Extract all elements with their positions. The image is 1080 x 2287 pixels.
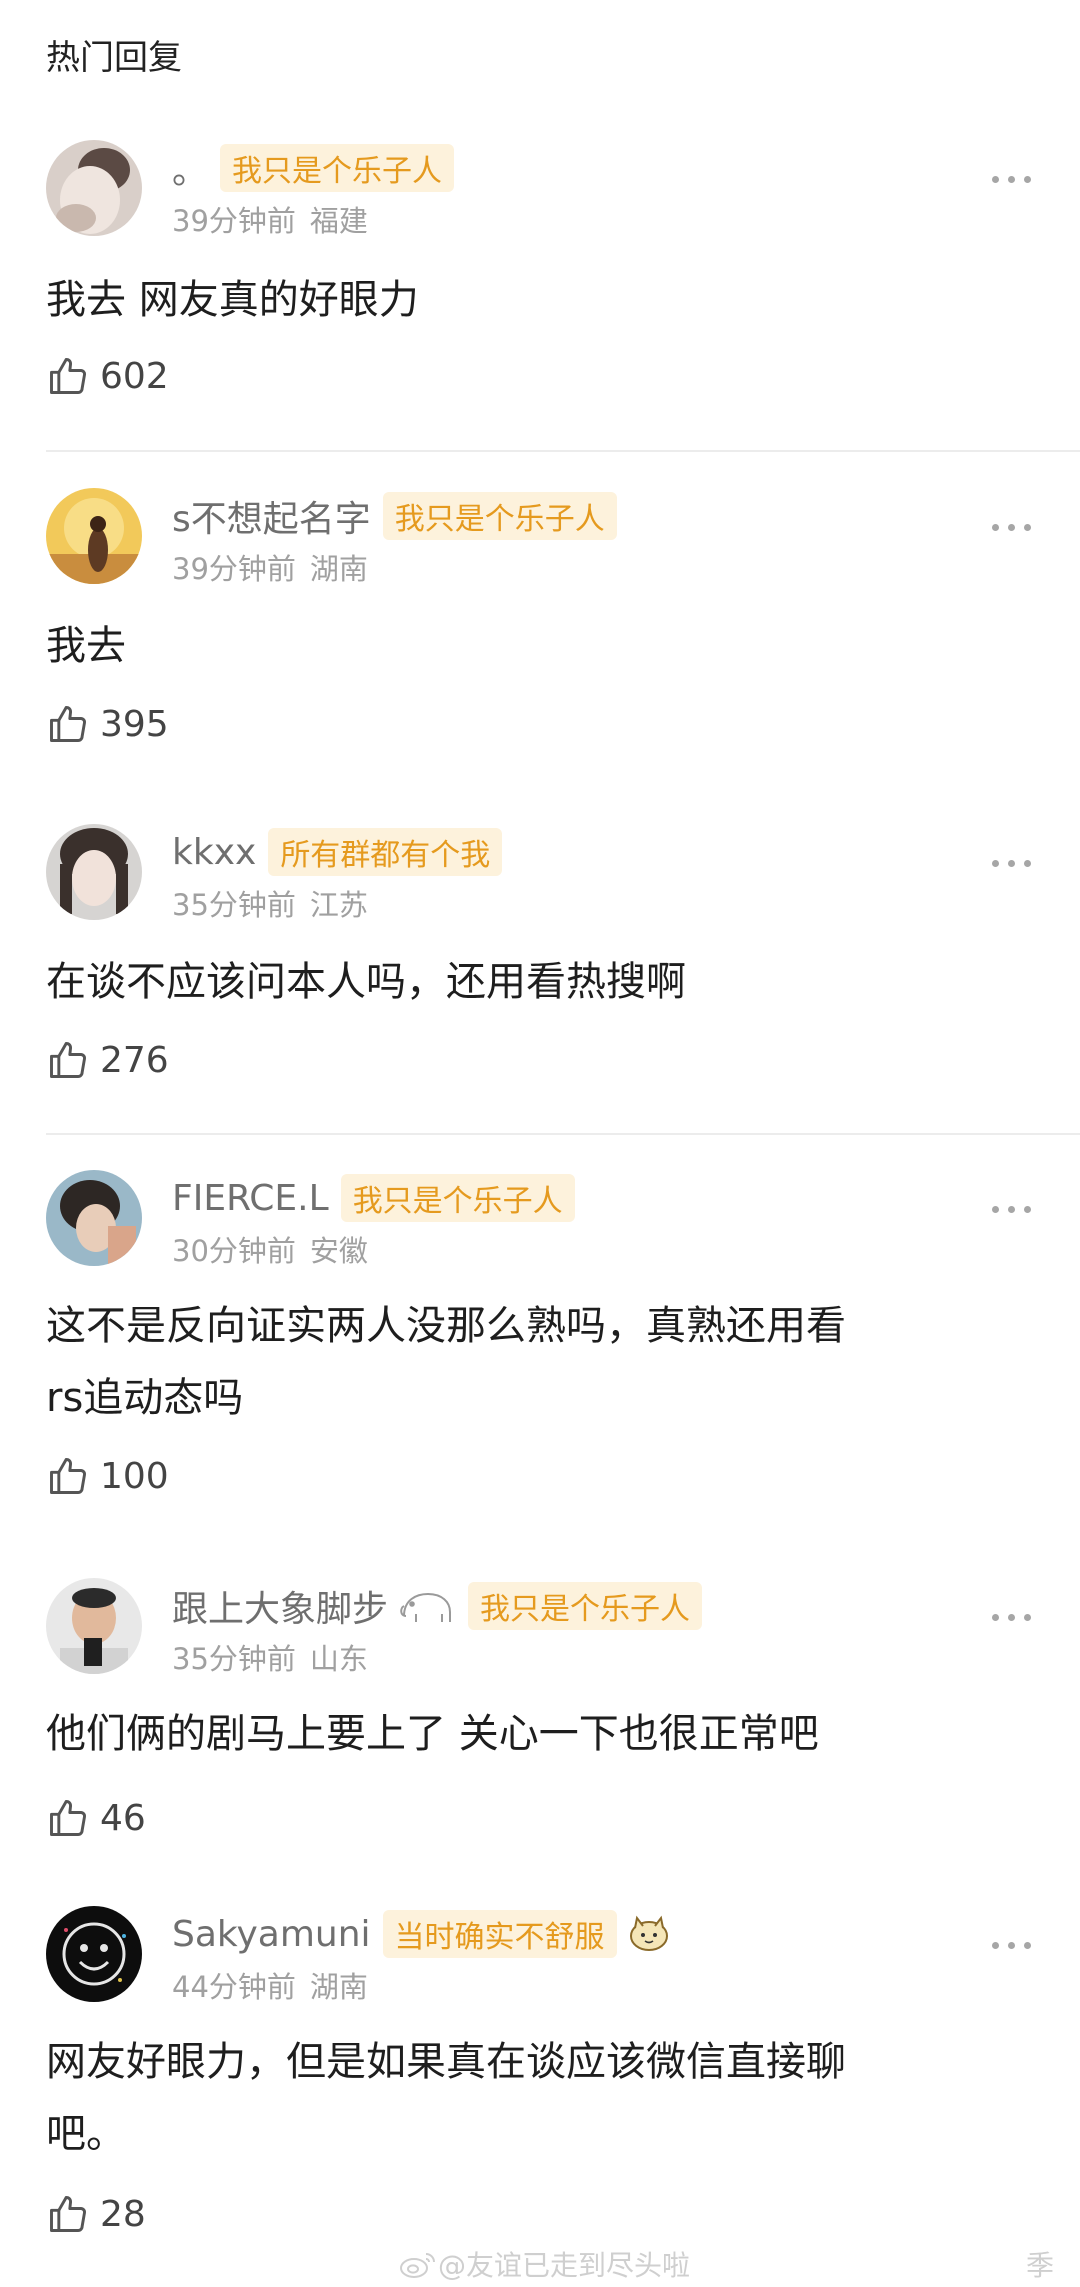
user-badge: 当时确实不舒服 bbox=[382, 1910, 617, 1958]
comment-location: 安徽 bbox=[309, 1234, 368, 1268]
like-button[interactable]: 395 bbox=[46, 702, 169, 746]
username[interactable]: 跟上大象脚步 bbox=[172, 1580, 388, 1632]
cat-sticker-icon bbox=[629, 1915, 668, 1951]
like-count: 100 bbox=[100, 1455, 169, 1497]
more-dots-icon[interactable] bbox=[992, 860, 1031, 867]
like-count: 602 bbox=[100, 355, 169, 397]
user-badge: 我只是个乐子人 bbox=[220, 144, 455, 192]
comment-text: 网友好眼力，但是如果真在谈应该微信直接聊 吧。 bbox=[46, 2026, 1036, 2170]
username[interactable]: s不想起名字 bbox=[172, 490, 371, 542]
comment-text: 我去 网友真的好眼力 bbox=[46, 264, 1036, 336]
comment-meta: 39分钟前 湖南 bbox=[172, 546, 368, 588]
username[interactable]: kkxx bbox=[172, 832, 256, 873]
more-dots-icon[interactable] bbox=[992, 524, 1031, 531]
watermark-text: @友谊已走到尽头啦 bbox=[438, 2249, 691, 2282]
more-dots-icon[interactable] bbox=[992, 1206, 1031, 1213]
comment-time: 35分钟前 bbox=[172, 888, 296, 922]
elephant-icon bbox=[400, 1592, 452, 1622]
username[interactable]: Sakyamuni bbox=[172, 1914, 371, 1955]
comment-text-line: 在谈不应该问本人吗，还用看热搜啊 bbox=[46, 959, 686, 1005]
comment-time: 39分钟前 bbox=[172, 552, 296, 586]
comment-meta: 35分钟前 江苏 bbox=[172, 882, 368, 924]
comment-text: 这不是反向证实两人没那么熟吗，真熟还用看 rs追动态吗 bbox=[46, 1290, 1036, 1434]
section-title: 热门回复 bbox=[46, 38, 182, 78]
like-count: 395 bbox=[100, 703, 169, 745]
thumbs-up-icon bbox=[50, 358, 86, 394]
like-count: 46 bbox=[100, 1797, 146, 1839]
avatar[interactable] bbox=[46, 488, 142, 584]
comment-meta: 39分钟前 福建 bbox=[172, 198, 368, 240]
user-badge: 我只是个乐子人 bbox=[340, 1174, 575, 1222]
divider bbox=[46, 1133, 1080, 1135]
thumbs-up-icon bbox=[50, 2196, 86, 2232]
like-button[interactable]: 46 bbox=[46, 1796, 146, 1840]
more-dots-icon[interactable] bbox=[992, 1942, 1031, 1949]
comment-text-line: 我去 网友真的好眼力 bbox=[46, 277, 419, 323]
thumbs-up-icon bbox=[50, 1042, 86, 1078]
divider bbox=[46, 450, 1080, 452]
username[interactable]: FIERCE.L bbox=[172, 1178, 329, 1219]
like-count: 276 bbox=[100, 1039, 169, 1081]
comment-text-line: 吧。 bbox=[46, 2111, 126, 2157]
more-dots-icon[interactable] bbox=[992, 1614, 1031, 1621]
comment-text: 在谈不应该问本人吗，还用看热搜啊 bbox=[46, 946, 1036, 1018]
avatar[interactable] bbox=[46, 1170, 142, 1266]
thumbs-up-icon bbox=[50, 706, 86, 742]
comment-location: 湖南 bbox=[309, 552, 368, 586]
comment-meta: 35分钟前 山东 bbox=[172, 1636, 368, 1678]
more-dots-icon[interactable] bbox=[992, 176, 1031, 183]
like-count: 28 bbox=[100, 2193, 146, 2235]
user-badge: 我只是个乐子人 bbox=[468, 1582, 703, 1630]
comment-text-line: 这不是反向证实两人没那么熟吗，真熟还用看 bbox=[46, 1303, 846, 1349]
weibo-logo-icon bbox=[400, 2253, 435, 2278]
comment-time: 44分钟前 bbox=[172, 1970, 296, 2004]
comment-meta: 44分钟前 湖南 bbox=[172, 1964, 368, 2006]
avatar[interactable] bbox=[46, 1578, 142, 1674]
comment-meta: 30分钟前 安徽 bbox=[172, 1228, 368, 1270]
avatar[interactable] bbox=[46, 1906, 142, 2002]
like-button[interactable]: 276 bbox=[46, 1038, 169, 1082]
username[interactable]: 。 bbox=[172, 142, 208, 194]
comment-text: 他们俩的剧马上要上了 关心一下也很正常吧 bbox=[46, 1698, 1036, 1770]
comment-text-line: 他们俩的剧马上要上了 关心一下也很正常吧 bbox=[46, 1711, 819, 1757]
comment-text-line: rs追动态吗 bbox=[46, 1375, 244, 1421]
avatar[interactable] bbox=[46, 140, 142, 236]
comment-time: 30分钟前 bbox=[172, 1234, 296, 1268]
watermark: @友谊已走到尽头啦 bbox=[398, 2244, 690, 2284]
comment-location: 福建 bbox=[309, 204, 368, 238]
watermark-edge-text: 季 bbox=[1026, 2249, 1055, 2282]
comment-time: 35分钟前 bbox=[172, 1642, 296, 1676]
like-button[interactable]: 100 bbox=[46, 1454, 169, 1498]
hot-replies-page: 热门回复 。 我只是个乐子人 39分钟前 福建 我去 网友真的好眼力 602 s… bbox=[0, 0, 1080, 2287]
avatar[interactable] bbox=[46, 824, 142, 920]
like-button[interactable]: 28 bbox=[46, 2192, 146, 2236]
thumbs-up-icon bbox=[50, 1458, 86, 1494]
comment-text-line: 我去 bbox=[46, 623, 126, 669]
comment-location: 山东 bbox=[309, 1642, 368, 1676]
comment-text-line: 网友好眼力，但是如果真在谈应该微信直接聊 bbox=[46, 2039, 846, 2085]
comment-time: 39分钟前 bbox=[172, 204, 296, 238]
user-badge: 所有群都有个我 bbox=[268, 828, 503, 876]
comment-text: 我去 bbox=[46, 610, 1036, 682]
comment-location: 江苏 bbox=[309, 888, 368, 922]
comment-location: 湖南 bbox=[309, 1970, 368, 2004]
thumbs-up-icon bbox=[50, 1800, 86, 1836]
like-button[interactable]: 602 bbox=[46, 354, 169, 398]
user-badge: 我只是个乐子人 bbox=[382, 492, 617, 540]
